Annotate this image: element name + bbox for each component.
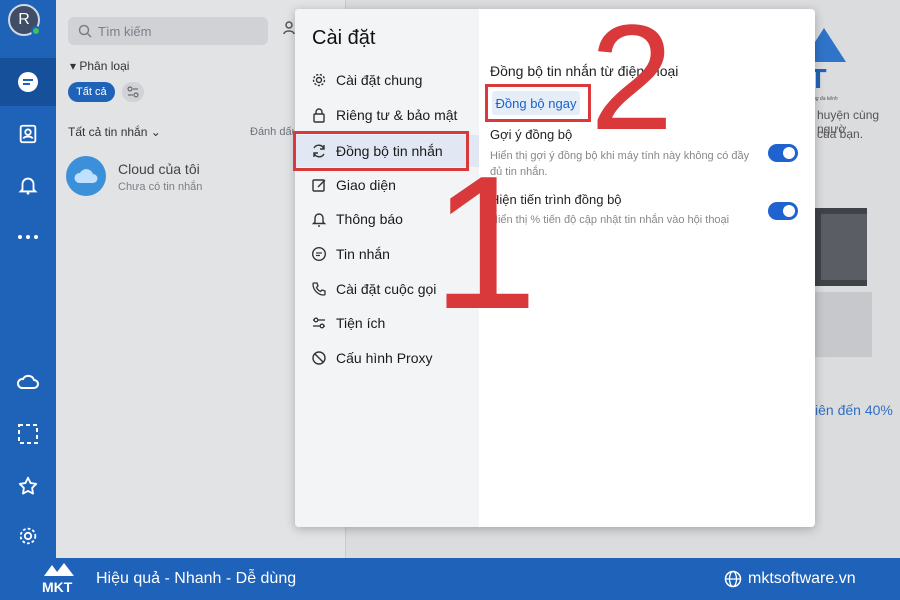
nav-label: Riêng tư & bảo mật <box>336 107 458 123</box>
filter-all-chip[interactable]: Tất cả <box>68 82 115 102</box>
cloud-nav-button[interactable] <box>0 358 56 406</box>
online-status-dot <box>31 26 41 36</box>
more-nav-button[interactable] <box>0 213 56 261</box>
notifications-nav-button[interactable] <box>0 161 56 209</box>
banner-logo-text: MKT <box>42 579 73 595</box>
mkt-banner-logo: MKT <box>42 563 74 595</box>
sync-progress-toggle[interactable] <box>768 202 798 220</box>
starred-nav-button[interactable] <box>0 462 56 510</box>
globe-icon <box>724 570 742 588</box>
avatar-letter: R <box>18 11 30 28</box>
search-icon <box>78 24 92 38</box>
sliders-icon <box>313 317 325 329</box>
caret-down-icon: ▾ <box>70 59 77 73</box>
screenshot-icon <box>18 424 38 444</box>
avatar[interactable]: R <box>8 4 41 36</box>
illustration-base <box>815 292 872 357</box>
lock-icon <box>313 108 325 123</box>
monitor-illustration <box>815 208 867 286</box>
nav-label: Tin nhắn <box>336 246 390 262</box>
category-label: Phân loại <box>79 59 130 73</box>
website-text: mktsoftware.vn <box>748 570 856 587</box>
settings-nav-button[interactable] <box>0 512 56 560</box>
sync-suggestion-toggle[interactable] <box>768 144 798 162</box>
left-rail: R <box>0 0 56 558</box>
mark-button[interactable]: Đánh dấu <box>250 126 298 138</box>
promo-text: iên đến 40% <box>815 402 893 418</box>
bottom-banner: MKT Hiệu quả - Nhanh - Dễ dùng mktsoftwa… <box>0 558 900 600</box>
highlight-box-step2 <box>485 84 591 122</box>
bell-icon <box>311 213 327 227</box>
cloud-icon <box>16 374 39 389</box>
all-messages-label: Tất cả tin nhắn <box>68 125 148 139</box>
banner-slogan: Hiệu quả - Nhanh - Dễ dùng <box>96 570 297 587</box>
star-icon <box>18 476 38 495</box>
nav-privacy-security[interactable]: Riêng tư & bảo mật <box>295 99 479 131</box>
nav-label: Giao diện <box>336 177 396 193</box>
search-input[interactable]: Tìm kiếm <box>68 17 268 45</box>
screenshot-nav-button[interactable] <box>0 410 56 458</box>
contacts-nav-button[interactable] <box>0 110 56 158</box>
website-link[interactable]: mktsoftware.vn <box>724 570 856 588</box>
edit-icon <box>312 179 326 192</box>
nav-general-settings[interactable]: Cài đặt chung <box>295 64 479 96</box>
more-icon <box>18 235 38 239</box>
dialog-title: Cài đặt <box>312 27 376 49</box>
nav-label: Cài đặt chung <box>336 72 423 88</box>
category-toggle[interactable]: ▾ Phân loại <box>70 59 129 73</box>
contacts-icon <box>19 124 37 144</box>
nav-label: Thông báo <box>336 211 403 227</box>
nav-label: Cài đặt cuộc gọi <box>336 281 437 297</box>
all-messages-dropdown[interactable]: Tất cả tin nhắn ⌄ <box>68 125 161 139</box>
search-placeholder: Tìm kiếm <box>98 23 152 39</box>
nav-label: Cấu hình Proxy <box>336 350 433 366</box>
step-number-1: 1 <box>432 137 538 349</box>
chat-icon <box>18 72 38 92</box>
gear-icon <box>19 527 37 545</box>
cloud-icon <box>74 169 98 183</box>
message-icon <box>311 246 327 262</box>
conversation-name[interactable]: Cloud của tôi <box>118 161 200 177</box>
filter-settings-button[interactable] <box>122 82 144 102</box>
gear-icon <box>312 73 326 87</box>
conversation-preview: Chưa có tin nhắn <box>118 181 203 193</box>
bell-icon <box>18 177 38 195</box>
background-text: của bạn. <box>817 127 864 141</box>
filter-icon <box>127 86 139 98</box>
chevron-down-icon: ⌄ <box>150 125 161 139</box>
nav-label: Tiện ích <box>336 315 386 331</box>
proxy-icon <box>312 351 326 365</box>
chat-nav-button[interactable] <box>0 58 56 106</box>
step-number-2: 2 <box>590 0 674 161</box>
cloud-avatar[interactable] <box>66 156 106 196</box>
phone-icon <box>312 282 326 296</box>
